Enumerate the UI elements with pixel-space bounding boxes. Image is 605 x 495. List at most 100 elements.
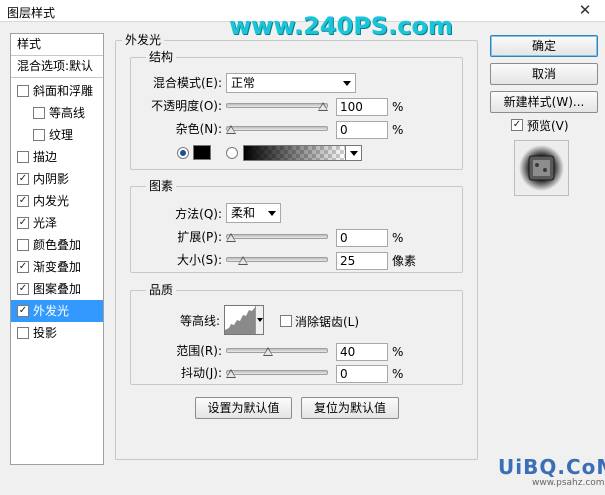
range-slider[interactable] (226, 346, 328, 356)
gradient-picker-chevron-icon[interactable] (345, 145, 362, 161)
technique-select[interactable]: 柔和 (226, 203, 281, 223)
spread-slider-thumb[interactable] (226, 233, 236, 242)
jitter-label: 抖动(J): (181, 366, 222, 380)
opacity-input[interactable]: 100 (336, 98, 388, 116)
spread-slider-track (226, 234, 328, 239)
ok-button[interactable]: 确定 (490, 35, 598, 57)
new-style-button[interactable]: 新建样式(W)... (490, 91, 598, 113)
stroke-checkbox[interactable] (17, 151, 29, 163)
gradient-overlay-checkbox[interactable]: ✓ (17, 261, 29, 273)
style-item-label: 外发光 (33, 304, 70, 318)
style-item-inner-shadow[interactable]: ✓ 内阴影 (11, 168, 103, 190)
structure-legend: 结构 (146, 50, 177, 64)
style-item-label: 描边 (33, 150, 58, 164)
contour-label: 等高线: (179, 314, 220, 328)
style-item-contour[interactable]: 等高线 (11, 102, 103, 124)
noise-slider-track (226, 126, 328, 131)
noise-input[interactable]: 0 (336, 121, 388, 139)
blend-options-item[interactable]: 混合选项:默认 (11, 56, 103, 78)
spread-label: 扩展(P): (177, 230, 222, 244)
close-icon[interactable]: ✕ (577, 2, 593, 18)
style-item-outer-glow[interactable]: ✓ 外发光 (11, 300, 103, 322)
blend-mode-value: 正常 (231, 76, 256, 90)
range-label: 范围(R): (176, 344, 222, 358)
style-item-label: 光泽 (33, 216, 58, 230)
inner-glow-checkbox[interactable]: ✓ (17, 195, 29, 207)
spread-input[interactable]: 0 (336, 229, 388, 247)
style-item-color-overlay[interactable]: 颜色叠加 (11, 234, 103, 256)
spread-unit: % (392, 231, 404, 245)
style-item-stroke[interactable]: 描边 (11, 146, 103, 168)
style-item-label: 图案叠加 (33, 282, 82, 296)
elements-legend: 图素 (146, 179, 177, 193)
size-input[interactable]: 25 (336, 252, 388, 270)
style-item-label: 渐变叠加 (33, 260, 82, 274)
pattern-overlay-checkbox[interactable]: ✓ (17, 283, 29, 295)
style-item-gradient-overlay[interactable]: ✓ 渐变叠加 (11, 256, 103, 278)
style-item-drop-shadow[interactable]: 投影 (11, 322, 103, 344)
inner-shadow-checkbox[interactable]: ✓ (17, 173, 29, 185)
technique-label: 方法(Q): (175, 207, 222, 221)
jitter-slider[interactable] (226, 368, 328, 378)
opacity-slider-track (226, 103, 328, 108)
noise-label: 杂色(N): (175, 122, 222, 136)
style-preview-thumbnail (514, 140, 569, 196)
style-item-satin[interactable]: ✓ 光泽 (11, 212, 103, 234)
style-item-pattern-overlay[interactable]: ✓ 图案叠加 (11, 278, 103, 300)
panel-title: 外发光 (122, 33, 165, 47)
range-slider-thumb[interactable] (263, 347, 273, 356)
contour-curve-icon (225, 306, 256, 334)
styles-list: 样式 混合选项:默认 斜面和浮雕 等高线 纹理 描边 ✓ 内阴影 ✓ 内发光 ✓… (10, 33, 104, 465)
opacity-slider-thumb[interactable] (318, 102, 328, 111)
noise-slider-thumb[interactable] (226, 125, 236, 134)
style-item-label: 斜面和浮雕 (33, 84, 94, 98)
color-overlay-checkbox[interactable] (17, 239, 29, 251)
contour-checkbox[interactable] (33, 107, 45, 119)
opacity-unit: % (392, 100, 404, 114)
style-item-bevel-emboss[interactable]: 斜面和浮雕 (11, 80, 103, 102)
reset-default-button[interactable]: 复位为默认值 (301, 397, 399, 419)
blend-mode-select[interactable]: 正常 (226, 73, 356, 93)
antialias-checkbox[interactable] (280, 315, 292, 327)
preview-checkbox[interactable]: ✓ (511, 119, 523, 131)
style-item-label: 等高线 (49, 106, 86, 120)
size-slider[interactable] (226, 255, 328, 265)
preview-swatch-image (519, 145, 564, 191)
range-slider-track (226, 348, 328, 353)
glow-color-swatch[interactable] (193, 145, 211, 160)
jitter-unit: % (392, 367, 404, 381)
noise-slider[interactable] (226, 124, 328, 134)
antialias-label: 消除锯齿(L) (295, 315, 360, 329)
contour-picker[interactable] (224, 305, 264, 335)
brand-logo: UiBQ.CoM (498, 455, 605, 479)
style-item-texture[interactable]: 纹理 (11, 124, 103, 146)
jitter-input[interactable]: 0 (336, 365, 388, 383)
style-item-label: 内阴影 (33, 172, 70, 186)
gradient-radio[interactable] (226, 147, 238, 159)
make-default-button[interactable]: 设置为默认值 (195, 397, 292, 419)
drop-shadow-checkbox[interactable] (17, 327, 29, 339)
styles-header[interactable]: 样式 (11, 34, 103, 56)
quality-legend: 品质 (146, 283, 177, 297)
blend-mode-label: 混合模式(E): (153, 76, 222, 90)
bevel-emboss-checkbox[interactable] (17, 85, 29, 97)
watermark-logo: www.240PS.com (229, 12, 453, 40)
contour-chevron-down-icon[interactable] (255, 306, 263, 334)
opacity-label: 不透明度(O): (151, 99, 222, 113)
size-slider-thumb[interactable] (238, 256, 248, 265)
style-item-inner-glow[interactable]: ✓ 内发光 (11, 190, 103, 212)
opacity-slider[interactable] (226, 101, 328, 111)
glow-gradient-preview[interactable] (243, 145, 346, 161)
preview-label: 预览(V) (527, 119, 569, 133)
range-input[interactable]: 40 (336, 343, 388, 361)
technique-value: 柔和 (231, 206, 256, 220)
noise-unit: % (392, 123, 404, 137)
spread-slider[interactable] (226, 232, 328, 242)
solid-color-radio[interactable] (177, 147, 189, 159)
satin-checkbox[interactable]: ✓ (17, 217, 29, 229)
style-item-label: 颜色叠加 (33, 238, 82, 252)
jitter-slider-thumb[interactable] (226, 369, 236, 378)
cancel-button[interactable]: 取消 (490, 63, 598, 85)
outer-glow-checkbox[interactable]: ✓ (17, 305, 29, 317)
texture-checkbox[interactable] (33, 129, 45, 141)
